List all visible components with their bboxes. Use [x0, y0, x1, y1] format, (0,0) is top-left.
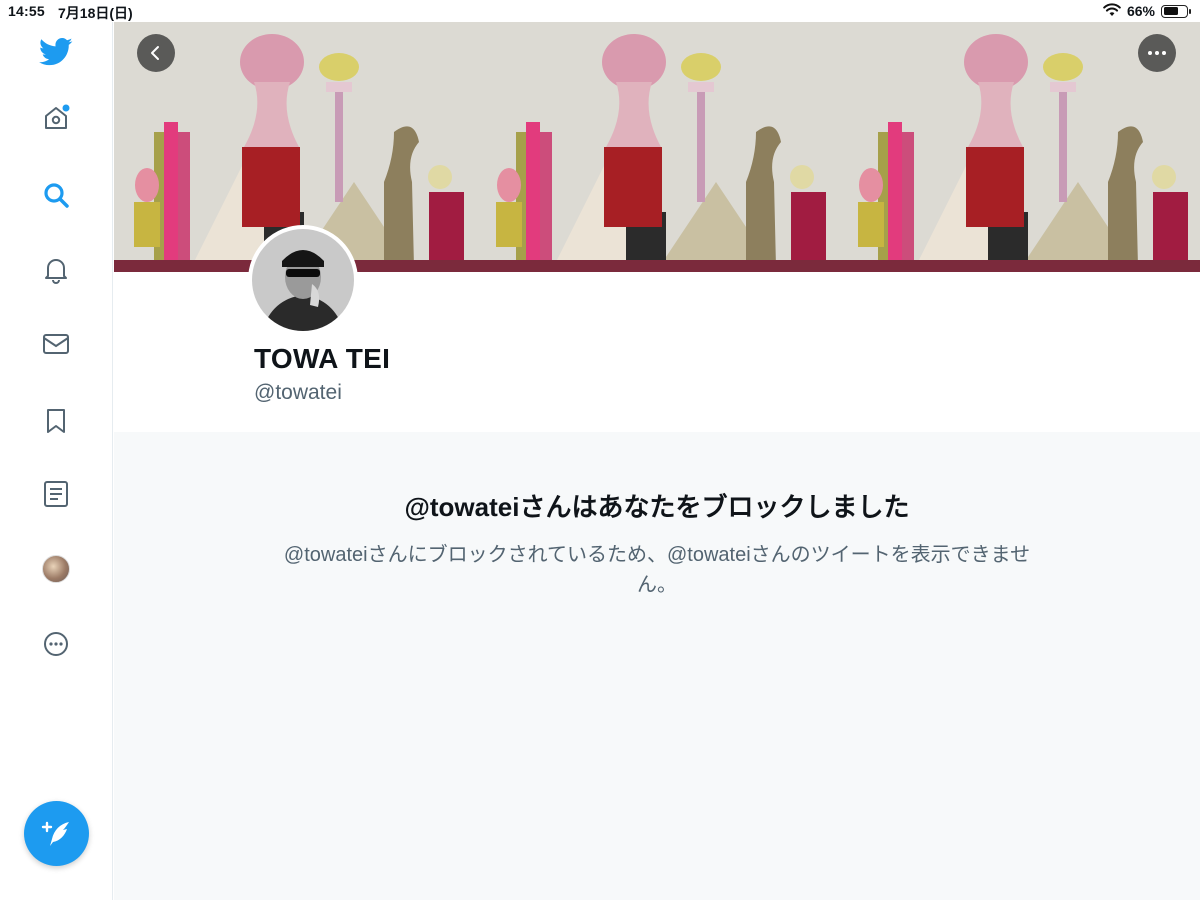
status-bar: 14:55 7月18日(日) 66% — [0, 0, 1200, 22]
bell-icon[interactable] — [36, 250, 76, 290]
main-column: TOWA TEI @towatei @towateiさんはあなたをブロックしまし… — [114, 22, 1200, 900]
wifi-icon — [1103, 2, 1121, 20]
ellipsis-icon — [1148, 51, 1166, 55]
status-time: 14:55 — [8, 3, 45, 19]
notification-dot — [62, 104, 70, 112]
search-icon[interactable] — [36, 175, 76, 215]
display-name: TOWA TEI — [254, 343, 391, 374]
profile-avatar[interactable] — [248, 225, 358, 335]
chevron-left-icon — [151, 46, 159, 60]
bookmark-icon[interactable] — [36, 401, 76, 441]
more-options-button[interactable] — [1138, 34, 1176, 72]
more-circle-icon[interactable] — [36, 624, 76, 664]
lists-icon[interactable] — [36, 474, 76, 514]
battery-percent: 66% — [1126, 3, 1155, 19]
home-icon[interactable] — [36, 98, 76, 138]
twitter-bird-icon[interactable] — [36, 32, 76, 72]
status-right: 66% — [1103, 2, 1191, 20]
avatar — [42, 555, 70, 583]
blocked-title: @towateiさんはあなたをブロックしました — [404, 492, 910, 522]
back-button[interactable] — [137, 34, 175, 72]
profile-avatar-nav[interactable] — [36, 549, 76, 589]
status-date: 7月18日(日) — [58, 5, 133, 21]
mail-icon[interactable] — [36, 324, 76, 364]
battery-fill — [1163, 7, 1179, 15]
profile-photo — [252, 229, 354, 331]
compose-tweet-button[interactable] — [24, 801, 89, 866]
compose-quill-icon — [41, 821, 69, 846]
username-handle: @towatei — [254, 381, 342, 404]
blocked-message: @towateiさんにブロックされているため、@towateiさんのツイートを表… — [283, 544, 1031, 596]
sidebar — [0, 22, 113, 900]
battery-icon — [1161, 4, 1191, 18]
